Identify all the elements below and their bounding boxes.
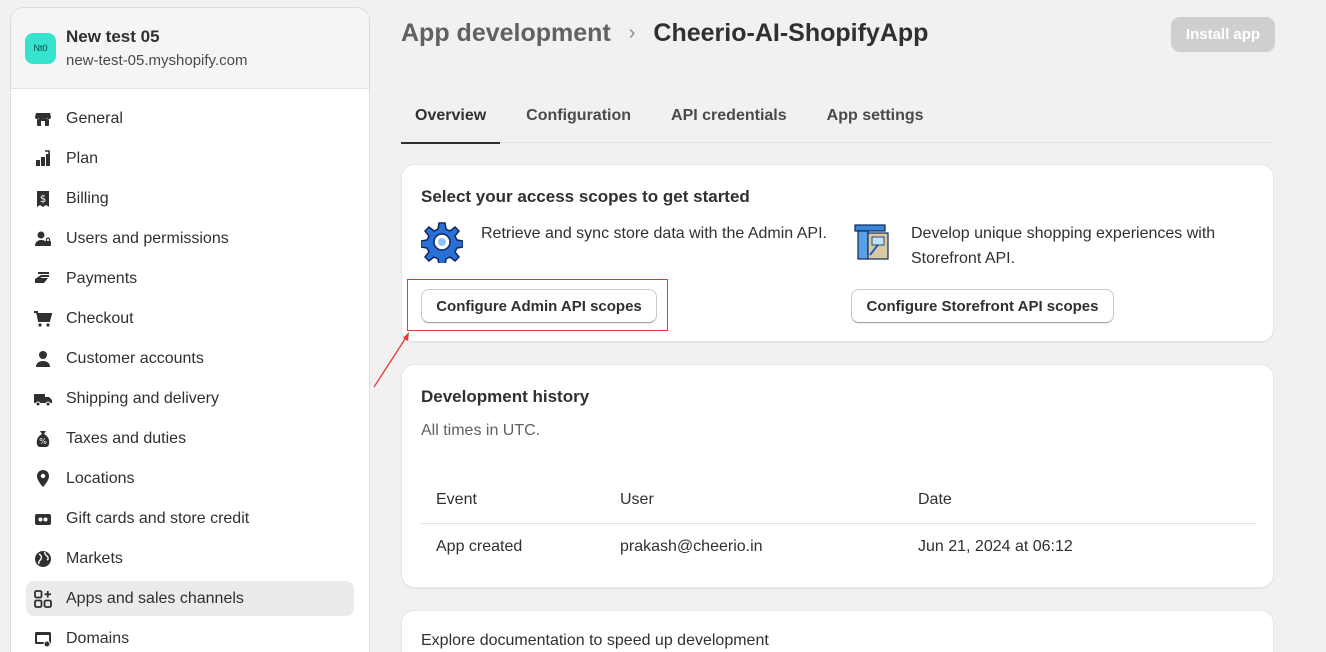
table-row: App created prakash@cheerio.in Jun 21, 2… <box>421 524 1257 570</box>
tab-app-settings[interactable]: App settings <box>813 89 938 143</box>
page-title: Cheerio-AI-ShopifyApp <box>653 19 929 47</box>
nav-item-apps-sales-channels[interactable]: Apps and sales channels <box>26 581 354 616</box>
person-icon <box>33 349 53 369</box>
history-table: Event User Date App created prakash@chee… <box>421 476 1257 570</box>
plan-icon <box>33 149 53 169</box>
nav-item-customer-accounts[interactable]: Customer accounts <box>26 341 354 376</box>
nav-label: Customer accounts <box>66 349 204 367</box>
column-header-event: Event <box>436 490 477 508</box>
nav-item-checkout[interactable]: Checkout <box>26 301 354 336</box>
settings-sidebar: Nt0 New test 05 new-test-05.myshopify.co… <box>10 7 370 652</box>
nav-label: Gift cards and store credit <box>66 509 250 527</box>
configure-storefront-api-scopes-button[interactable]: Configure Storefront API scopes <box>851 289 1114 323</box>
store-icon <box>33 109 53 129</box>
payments-icon <box>33 269 53 289</box>
storefront-api-section: Develop unique shopping experiences with… <box>851 221 1261 271</box>
nav-item-locations[interactable]: Locations <box>26 461 354 496</box>
tab-api-credentials[interactable]: API credentials <box>657 89 801 143</box>
truck-icon <box>33 389 53 409</box>
nav-item-taxes[interactable]: % Taxes and duties <box>26 421 354 456</box>
nav-label: General <box>66 109 123 127</box>
documentation-title: Explore documentation to speed up develo… <box>421 632 769 649</box>
users-icon <box>33 229 53 249</box>
gift-card-icon <box>33 509 53 529</box>
nav-label: Billing <box>66 189 109 207</box>
store-switcher[interactable]: Nt0 New test 05 new-test-05.myshopify.co… <box>11 8 369 89</box>
nav-label: Markets <box>66 549 123 567</box>
install-app-button[interactable]: Install app <box>1171 17 1275 52</box>
access-scopes-title: Select your access scopes to get started <box>421 187 750 206</box>
settings-nav: General Plan $ Billing Users and permiss… <box>11 89 369 652</box>
tab-bar: Overview Configuration API credentials A… <box>401 89 1274 144</box>
timezone-note: All times in UTC. <box>421 422 541 439</box>
location-icon <box>33 469 53 489</box>
highlight-box-annotation <box>407 279 668 331</box>
column-header-date: Date <box>918 490 952 508</box>
svg-text:$: $ <box>40 194 46 205</box>
documentation-card: Explore documentation to speed up develo… <box>401 610 1274 652</box>
apps-icon <box>33 589 53 609</box>
cell-event: App created <box>436 538 523 555</box>
tab-overview[interactable]: Overview <box>401 89 501 144</box>
development-history-title: Development history <box>421 387 590 406</box>
annotation-arrow <box>373 332 409 388</box>
admin-api-description: Retrieve and sync store data with the Ad… <box>481 225 827 242</box>
cart-icon <box>33 309 53 329</box>
cell-date: Jun 21, 2024 at 06:12 <box>918 538 1073 555</box>
tax-icon: % <box>33 429 53 449</box>
cell-user: prakash@cheerio.in <box>620 538 763 555</box>
breadcrumb: App development › Cheerio-AI-ShopifyApp <box>401 19 928 48</box>
chevron-right-icon: › <box>628 22 636 44</box>
nav-label: Users and permissions <box>66 229 229 247</box>
nav-item-general[interactable]: General <box>26 101 354 136</box>
development-history-card: Development history All times in UTC. Ev… <box>401 364 1274 588</box>
tab-configuration[interactable]: Configuration <box>512 89 645 143</box>
nav-label: Shipping and delivery <box>66 389 219 407</box>
store-name: New test 05 <box>66 27 160 46</box>
nav-label: Plan <box>66 149 99 167</box>
storefront-icon <box>851 221 893 263</box>
nav-item-shipping[interactable]: Shipping and delivery <box>26 381 354 416</box>
store-domain: new-test-05.myshopify.com <box>66 52 248 69</box>
domains-icon <box>33 629 53 649</box>
breadcrumb-parent-link[interactable]: App development <box>401 19 611 48</box>
nav-label: Payments <box>66 269 138 287</box>
nav-label: Apps and sales channels <box>66 589 244 607</box>
svg-text:%: % <box>39 437 47 446</box>
nav-item-plan[interactable]: Plan <box>26 141 354 176</box>
nav-label: Taxes and duties <box>66 429 187 447</box>
nav-item-billing[interactable]: $ Billing <box>26 181 354 216</box>
storefront-api-description: Develop unique shopping experiences with… <box>911 225 1216 267</box>
nav-item-domains[interactable]: Domains <box>26 621 354 652</box>
nav-label: Domains <box>66 629 130 647</box>
table-header: Event User Date <box>421 476 1257 524</box>
nav-item-markets[interactable]: Markets <box>26 541 354 576</box>
nav-item-payments[interactable]: Payments <box>26 261 354 296</box>
nav-item-users[interactable]: Users and permissions <box>26 221 354 256</box>
admin-api-section: Retrieve and sync store data with the Ad… <box>420 221 831 266</box>
gear-icon <box>420 221 464 266</box>
globe-icon <box>33 549 53 569</box>
nav-label: Locations <box>66 469 135 487</box>
column-header-user: User <box>620 490 654 508</box>
billing-icon: $ <box>33 189 53 209</box>
store-avatar: Nt0 <box>25 32 56 64</box>
nav-item-gift-cards[interactable]: Gift cards and store credit <box>26 501 354 536</box>
nav-label: Checkout <box>66 309 134 327</box>
